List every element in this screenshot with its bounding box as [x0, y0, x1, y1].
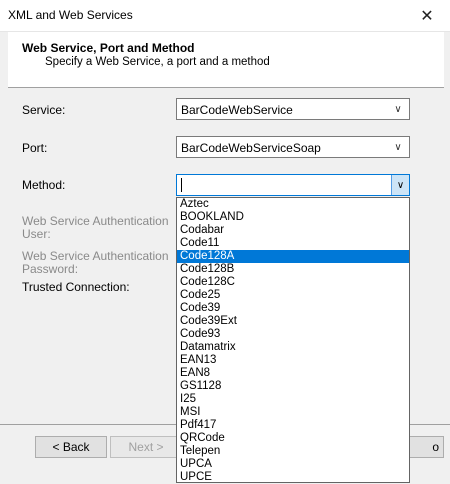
chevron-down-icon[interactable]: ∨	[391, 139, 405, 155]
method-option[interactable]: BOOKLAND	[177, 211, 409, 224]
service-label: Service:	[22, 103, 66, 117]
back-button[interactable]: < Back	[35, 436, 107, 458]
port-combobox[interactable]: BarCodeWebServiceSoap ∨	[176, 136, 410, 158]
method-option[interactable]: Code11	[177, 237, 409, 250]
text-caret	[181, 178, 182, 192]
close-icon[interactable]: ✕	[404, 0, 450, 31]
method-combobox[interactable]: ∨	[176, 174, 410, 196]
trusted-connection-label: Trusted Connection:	[22, 280, 130, 294]
window-title: XML and Web Services	[8, 8, 133, 22]
method-option[interactable]: EAN8	[177, 367, 409, 380]
method-option[interactable]: Pdf417	[177, 419, 409, 432]
wizard-header: Web Service, Port and Method Specify a W…	[8, 32, 444, 88]
method-option[interactable]: Datamatrix	[177, 341, 409, 354]
method-option[interactable]: Code128B	[177, 263, 409, 276]
auth-password-label: Web Service Authentication Password:	[22, 250, 169, 276]
method-option[interactable]: QRCode	[177, 432, 409, 445]
method-option[interactable]: UPCE	[177, 471, 409, 482]
method-option[interactable]: EAN13	[177, 354, 409, 367]
method-option[interactable]: UPCA	[177, 458, 409, 471]
method-option[interactable]: Code39Ext	[177, 315, 409, 328]
title-bar: XML and Web Services ✕	[0, 0, 450, 32]
chevron-down-icon[interactable]: ∨	[391, 175, 409, 195]
method-option[interactable]: GS1128	[177, 380, 409, 393]
method-option[interactable]: Aztec	[177, 198, 409, 211]
method-option[interactable]: MSI	[177, 406, 409, 419]
port-value: BarCodeWebServiceSoap	[181, 141, 321, 155]
page-title: Web Service, Port and Method	[22, 41, 195, 55]
method-dropdown-list[interactable]: Aztec BOOKLAND Codabar Code11 Code128A Code12…	[176, 197, 410, 483]
port-label: Port:	[22, 141, 48, 155]
page-subtitle: Specify a Web Service, a port and a meth…	[45, 56, 270, 68]
method-option[interactable]: Codabar	[177, 224, 409, 237]
service-value: BarCodeWebService	[181, 103, 293, 117]
next-button[interactable]: Next >	[110, 436, 182, 458]
service-combobox[interactable]: BarCodeWebService ∨	[176, 98, 410, 120]
method-option[interactable]: Code128C	[177, 276, 409, 289]
auth-user-label-line2: User:	[22, 227, 51, 241]
method-option[interactable]: I25	[177, 393, 409, 406]
method-option[interactable]: Telepen	[177, 445, 409, 458]
method-label: Method:	[22, 178, 66, 192]
method-option[interactable]: Code39	[177, 302, 409, 315]
auth-password-label-line2: Password:	[22, 262, 79, 276]
method-option[interactable]: Code25	[177, 289, 409, 302]
chevron-down-icon[interactable]: ∨	[391, 101, 405, 117]
auth-user-label: Web Service Authentication User:	[22, 215, 169, 241]
method-option[interactable]: Code93	[177, 328, 409, 341]
method-option[interactable]: Code128A	[177, 250, 409, 263]
